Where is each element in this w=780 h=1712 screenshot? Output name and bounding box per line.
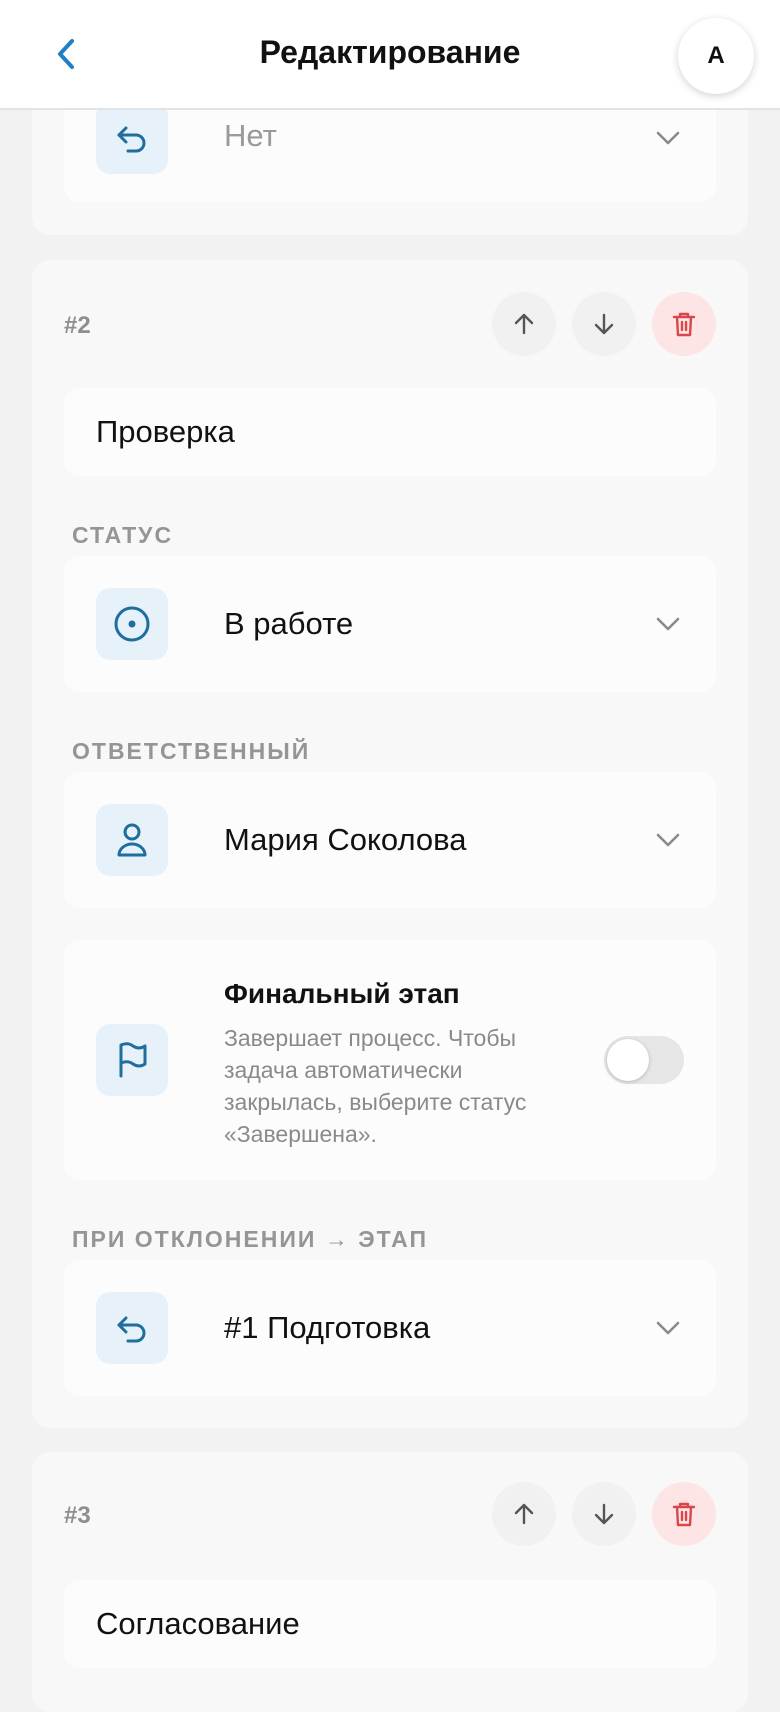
top-bar: Редактирование A — [0, 0, 780, 110]
status-label: СТАТУС — [72, 522, 174, 548]
chevron-down-icon — [652, 122, 684, 154]
assignee-label: ОТВЕТСТВЕННЫЙ — [72, 738, 311, 764]
arrow-down-icon — [594, 1503, 614, 1525]
final-step-toggle[interactable] — [604, 1036, 684, 1084]
chevron-down-icon — [652, 824, 684, 856]
step-name-input[interactable]: Проверка — [64, 388, 716, 476]
final-step-title: Финальный этап — [224, 978, 460, 1009]
status-value: В работе — [224, 606, 354, 641]
step-number: #3 — [64, 1502, 91, 1529]
status-circle-icon — [96, 588, 168, 660]
move-up-button[interactable] — [492, 1482, 556, 1546]
trash-icon — [672, 312, 696, 337]
move-up-button[interactable] — [492, 292, 556, 356]
step-card-2: #2 Проверка СТАТУС В работе ОТВЕТСТВЕННЫ… — [32, 260, 748, 1428]
chevron-down-icon — [652, 608, 684, 640]
arrow-up-icon — [514, 1503, 534, 1525]
step-number: #2 — [64, 312, 91, 339]
undo-icon — [96, 1292, 168, 1364]
undo-icon — [96, 102, 168, 174]
delete-step-button[interactable] — [652, 292, 716, 356]
status-select[interactable]: В работе — [64, 556, 716, 692]
delete-step-button[interactable] — [652, 1482, 716, 1546]
step-name-input[interactable]: Согласование — [64, 1580, 716, 1668]
arrow-up-icon — [514, 313, 534, 335]
final-step-description: Завершает процесс. Чтобы задача автомати… — [224, 1025, 527, 1147]
reject-step-select[interactable]: #1 Подготовка — [64, 1260, 716, 1396]
reject-step-label: ПРИ ОТКЛОНЕНИИ → ЭТАП — [72, 1226, 429, 1252]
step-card-3: #3 Согласование — [32, 1452, 748, 1712]
final-step-box: Финальный этап Завершает процесс. Чтобы … — [64, 940, 716, 1180]
assignee-value: Мария Соколова — [224, 822, 467, 857]
trash-icon — [672, 1502, 696, 1527]
avatar[interactable]: A — [678, 18, 754, 94]
assignee-select[interactable]: Мария Соколова — [64, 772, 716, 908]
reject-step-value: #1 Подготовка — [224, 1310, 431, 1345]
chevron-down-icon — [652, 1312, 684, 1344]
user-icon — [96, 804, 168, 876]
arrow-down-icon — [594, 313, 614, 335]
toggle-knob — [607, 1039, 649, 1081]
page-title: Редактирование — [259, 34, 521, 70]
flag-icon — [96, 1024, 168, 1096]
move-down-button[interactable] — [572, 292, 636, 356]
move-down-button[interactable] — [572, 1482, 636, 1546]
